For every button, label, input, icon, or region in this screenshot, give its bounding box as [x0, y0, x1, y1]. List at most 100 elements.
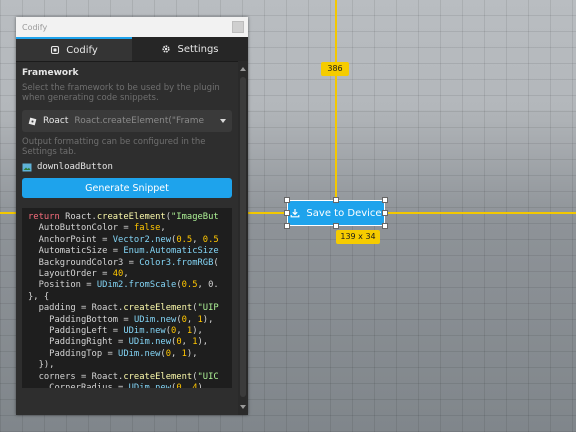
code-token: }), — [28, 360, 55, 371]
element-size-tag: 139 x 34 — [336, 230, 380, 244]
resize-handle-top[interactable] — [333, 197, 339, 203]
code-token: , 0. — [197, 280, 219, 291]
code-token: Roact. — [91, 371, 124, 382]
code-token: createElement — [123, 371, 193, 382]
generate-snippet-button[interactable]: Generate Snippet — [22, 178, 232, 198]
code-line: LayoutOrder = 40, — [28, 269, 226, 280]
framework-dropdown[interactable]: Roact Roact.createElement("Frame — [22, 110, 232, 132]
code-line: padding = Roact.createElement("UIP — [28, 303, 226, 314]
code-token: , — [171, 348, 182, 359]
code-token: Color3.fromRGB — [139, 257, 214, 268]
resize-handle-bottom[interactable] — [333, 223, 339, 229]
code-line: PaddingTop = UDim.new(0, 1), — [28, 349, 226, 360]
framework-dropdown-label: Roact — [43, 116, 69, 126]
output-formatting-note: Output formatting can be configured in t… — [22, 137, 206, 157]
resize-handle-top-right[interactable] — [382, 197, 388, 203]
framework-dropdown-value: Roact.createElement("Frame — [74, 116, 205, 126]
code-token: LayoutOrder = — [28, 269, 113, 280]
code-token: "ImageBut — [171, 212, 219, 222]
codify-icon — [51, 45, 60, 55]
code-token: corners = — [28, 371, 92, 382]
scrollbar-thumb[interactable] — [240, 77, 246, 397]
tab-codify[interactable]: Codify — [16, 37, 132, 61]
code-line: AutoButtonColor = false, — [28, 223, 226, 234]
vertical-guide-line — [335, 0, 337, 204]
roact-icon — [28, 117, 37, 125]
code-token: , — [181, 337, 193, 348]
code-token: 0.5 — [181, 280, 198, 291]
code-snippet-output[interactable]: return Roact.createElement("ImageBut Aut… — [22, 208, 232, 388]
tab-settings[interactable]: Settings — [132, 37, 248, 61]
chevron-down-icon — [220, 119, 226, 123]
scroll-down-arrow-icon[interactable] — [240, 405, 246, 409]
scroll-up-arrow-icon[interactable] — [240, 67, 246, 71]
code-line: PaddingBottom = UDim.new(0, 1), — [28, 315, 226, 326]
code-token: AnchorPoint = — [28, 234, 113, 245]
resize-handle-left[interactable] — [284, 210, 290, 216]
selected-instance: downloadButton — [22, 162, 232, 172]
code-token: PaddingRight = — [28, 337, 129, 348]
code-line: AnchorPoint = Vector2.new(0.5, 0.5 — [28, 235, 226, 246]
code-token: Roact. — [91, 303, 124, 314]
code-token: padding = — [28, 303, 92, 314]
window-title: Codify — [22, 22, 48, 32]
framework-heading: Framework — [22, 68, 79, 78]
code-line: return Roact.createElement("ImageBut — [28, 212, 226, 223]
code-token: createElement — [96, 212, 166, 222]
panel-scrollbar[interactable] — [238, 61, 248, 415]
code-token: PaddingLeft = — [28, 326, 124, 337]
code-token: , — [176, 326, 187, 337]
tab-codify-label: Codify — [66, 44, 98, 56]
code-token: PaddingBottom = — [28, 314, 134, 325]
code-token: Position = — [28, 280, 97, 291]
code-token: 0.5 — [176, 234, 193, 245]
window-dock-button[interactable] — [232, 21, 244, 33]
horizontal-guide-line-right — [384, 212, 576, 214]
resize-handle-bottom-left[interactable] — [284, 223, 290, 229]
code-line: BackgroundColor3 = Color3.fromRGB( — [28, 258, 226, 269]
code-token: ), — [186, 348, 198, 359]
code-line: CornerRadius = UDim.new(0, 4), — [28, 383, 226, 388]
code-token: return — [28, 212, 66, 222]
code-line: PaddingLeft = UDim.new(0, 1), — [28, 326, 226, 337]
code-token: ), — [197, 337, 209, 348]
code-token: UDim.new — [118, 348, 161, 359]
code-line: }), — [28, 360, 226, 371]
image-button-icon — [22, 163, 32, 171]
resize-handle-bottom-right[interactable] — [382, 223, 388, 229]
code-token: "UIC — [197, 371, 219, 382]
code-token: Roact. — [65, 212, 97, 222]
window-titlebar[interactable]: Codify — [16, 17, 248, 37]
code-token: }, { — [28, 291, 50, 302]
code-token: , — [192, 234, 203, 245]
resize-handle-top-left[interactable] — [284, 197, 290, 203]
tab-bar: Codify Settings — [16, 37, 248, 62]
code-token: Vector2.new — [112, 234, 172, 245]
code-token: CornerRadius = — [28, 383, 129, 388]
codify-plugin-window: Codify Codify Settings Framework Select … — [16, 17, 248, 415]
guide-distance-tag: 386 — [321, 62, 349, 76]
code-token: UDim.new — [129, 383, 171, 388]
codify-tab-content: Framework Select the framework to be use… — [16, 61, 238, 415]
tab-settings-label: Settings — [177, 43, 219, 55]
code-token: false — [133, 223, 161, 234]
code-token: , — [123, 269, 129, 280]
code-line: AutomaticSize = Enum.AutomaticSize — [28, 246, 226, 257]
gear-icon — [162, 45, 171, 53]
code-token: ), — [202, 314, 214, 325]
code-token: UDim.new — [133, 314, 177, 325]
code-line: PaddingRight = UDim.new(0, 1), — [28, 337, 226, 348]
code-token: UDim2.fromScale — [96, 280, 177, 291]
code-token: 40 — [112, 269, 124, 280]
code-token: PaddingTop = — [28, 348, 119, 359]
resize-handle-right[interactable] — [382, 210, 388, 216]
code-token: UDim.new — [123, 326, 166, 337]
code-token: ), — [192, 326, 203, 337]
code-token: AutomaticSize = — [28, 246, 124, 257]
code-line: Position = UDim2.fromScale(0.5, 0. — [28, 280, 226, 291]
code-token: AutoButtonColor = — [28, 223, 134, 234]
code-token: , — [182, 383, 193, 388]
code-token: Enum.AutomaticSize — [123, 246, 219, 257]
code-token: "UIP — [197, 303, 219, 314]
code-token: ( — [213, 257, 219, 268]
